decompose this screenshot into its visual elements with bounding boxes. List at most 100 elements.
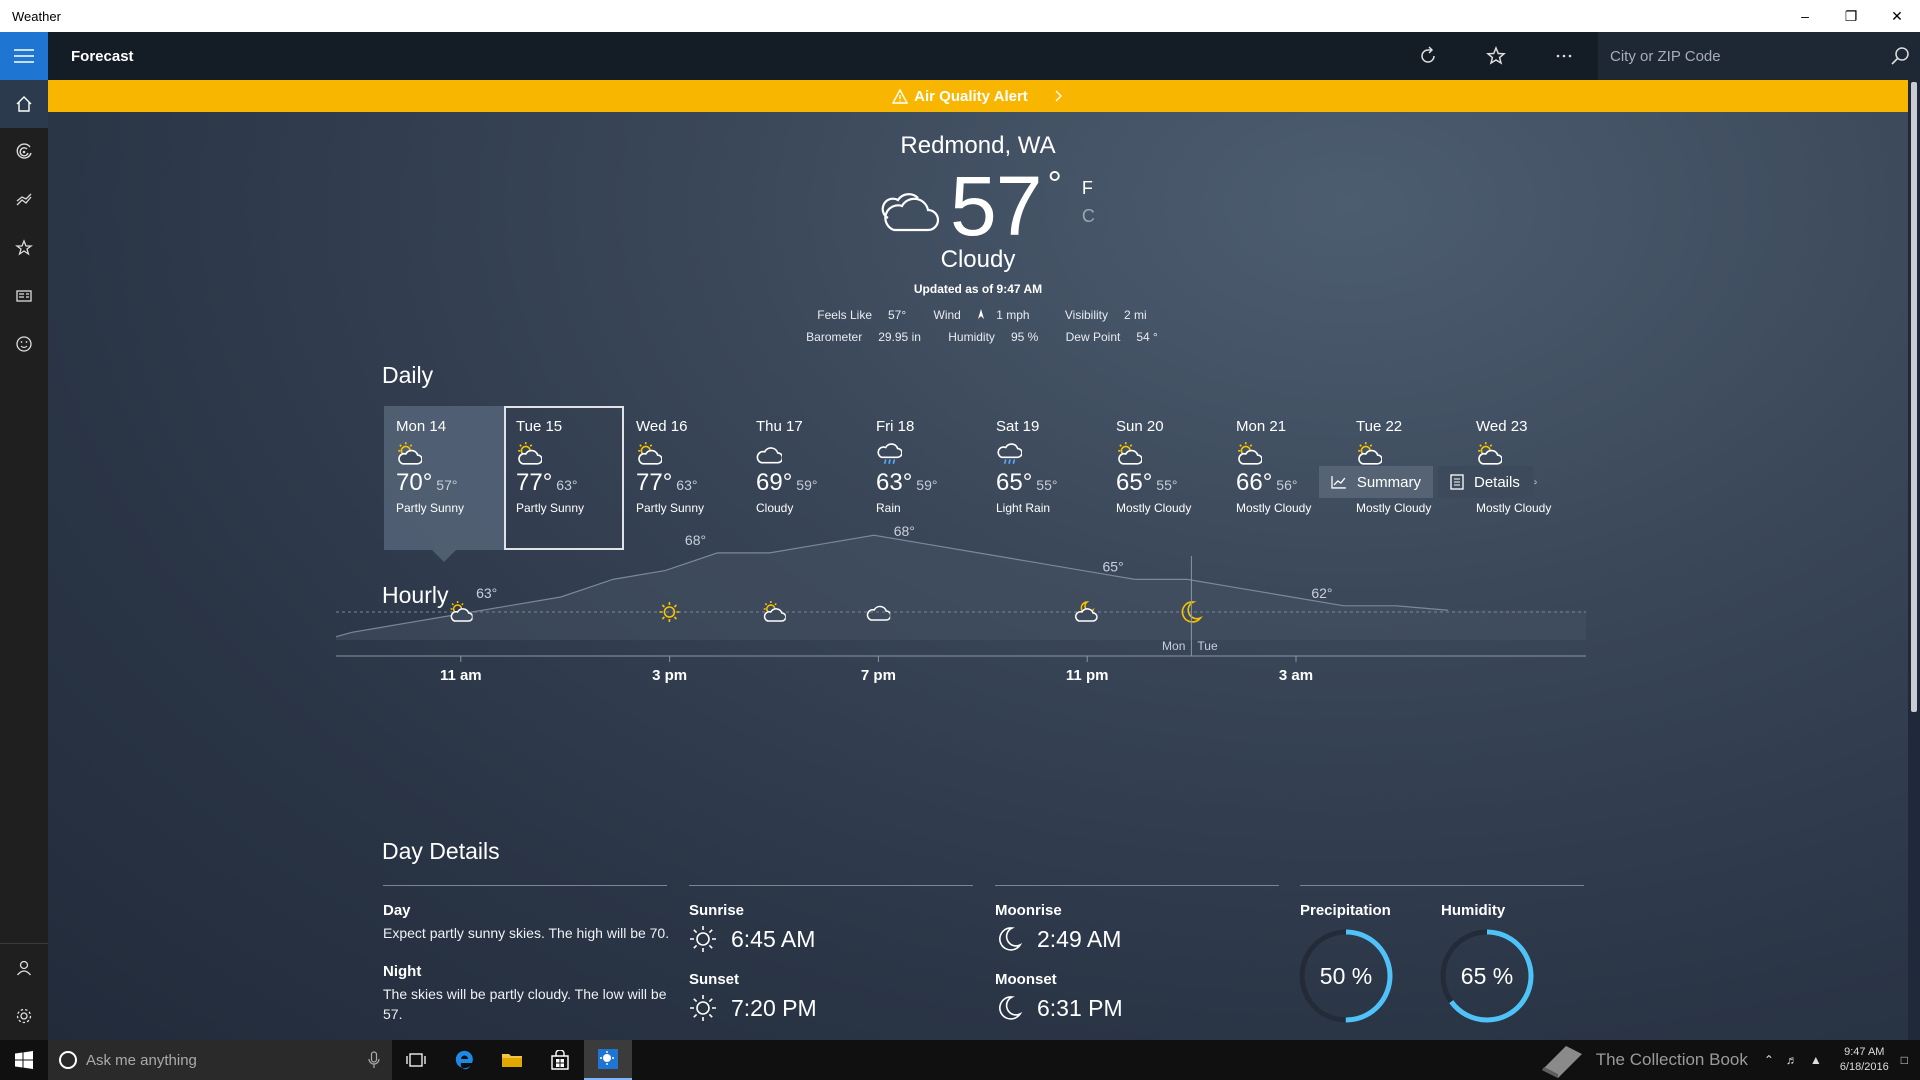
clock-time: 9:47 AM	[1844, 1046, 1885, 1058]
summary-toggle[interactable]: Summary	[1319, 466, 1433, 498]
location-name: Redmond, WA	[900, 132, 1056, 159]
folder-icon	[502, 1054, 522, 1067]
day-name: Tue 15	[516, 418, 563, 435]
day-low: 55°	[1036, 477, 1058, 493]
scrollbar[interactable]	[1908, 80, 1920, 1040]
file-explorer-button[interactable]	[488, 1040, 536, 1080]
search-icon[interactable]	[1890, 46, 1910, 66]
wind-direction-icon	[977, 309, 984, 319]
day-temps: 65° 55°	[1116, 469, 1212, 497]
nav-rail	[0, 32, 48, 1040]
nav-account[interactable]	[0, 944, 48, 992]
microphone-icon[interactable]	[368, 1051, 380, 1069]
line-chart-icon	[1331, 476, 1346, 489]
air-quality-alert[interactable]: Air Quality Alert	[48, 80, 1908, 112]
day-low: 57°	[436, 477, 458, 493]
watermark-text: The Collection Book	[1595, 1050, 1748, 1069]
current-condition: Cloudy	[940, 246, 1016, 273]
partly-sunny-icon	[638, 442, 663, 465]
nav-places[interactable]	[0, 224, 48, 272]
search-box[interactable]	[1598, 32, 1920, 80]
nav-news[interactable]	[0, 272, 48, 320]
day-high: 77°	[516, 469, 553, 496]
divider	[995, 885, 1279, 886]
moonset-time: 6:31 PM	[1037, 994, 1123, 1021]
cortana-icon	[59, 1051, 77, 1069]
day-low: 55°	[1156, 477, 1178, 493]
weather-taskbar-button[interactable]	[584, 1040, 632, 1080]
partly-sunny-icon	[1118, 442, 1143, 465]
hamburger-menu-button[interactable]	[0, 32, 48, 80]
precipitation-value: 50 %	[1320, 963, 1372, 989]
nav-maps[interactable]	[0, 128, 48, 176]
star-list-icon	[15, 239, 33, 256]
hourly-chart: 59°63°68°68°65°62°MonTue7 am11 am3 pm7 p…	[336, 523, 1586, 684]
refresh-button[interactable]	[1404, 32, 1452, 80]
day-high: 65°	[1116, 469, 1153, 496]
clock[interactable]: 9:47 AM 6/18/2016	[1840, 1045, 1889, 1075]
sun-column: Sunrise 6:45 AM Sunset 7:20 PM	[689, 885, 973, 1022]
favorite-button[interactable]	[1472, 32, 1520, 80]
day-details-title: Day Details	[382, 838, 500, 864]
more-button[interactable]	[1540, 32, 1588, 80]
search-input[interactable]	[1610, 47, 1880, 65]
nav-historical[interactable]	[0, 176, 48, 224]
alert-label: Air Quality Alert	[914, 87, 1028, 105]
moonset-row: 6:31 PM	[995, 994, 1279, 1022]
chart-icon	[16, 193, 32, 206]
unit-celsius[interactable]: C	[1082, 202, 1095, 230]
radar-icon	[16, 143, 32, 159]
hourly-temp-label: 63°	[476, 585, 497, 601]
stat-visibility: Visibility 2 mi	[1064, 308, 1147, 322]
minimize-button[interactable]: –	[1782, 0, 1828, 32]
sunrise-icon	[690, 926, 716, 952]
humidity-label: Humidity	[1441, 902, 1506, 919]
restore-button[interactable]: ❐	[1828, 0, 1874, 32]
partly-sunny-icon	[450, 601, 473, 622]
more-icon	[1556, 54, 1572, 58]
day-icon	[1476, 441, 1572, 465]
current-conditions: 57 ° F C	[878, 164, 1095, 248]
nav-settings[interactable]	[0, 992, 48, 1040]
day-icon	[996, 441, 1092, 465]
hourly-icon	[450, 601, 473, 622]
nav-feedback[interactable]	[0, 320, 48, 368]
chevron-up-icon[interactable]: ⌃	[1764, 1053, 1774, 1067]
scrollbar-thumb[interactable]	[1911, 82, 1917, 712]
details-toggle[interactable]: Details	[1438, 466, 1534, 498]
edge-taskbar-button[interactable]	[440, 1040, 488, 1080]
daily-title: Daily	[382, 362, 434, 388]
day-icon	[1356, 441, 1452, 465]
day-temps: 77° 63°	[516, 469, 612, 497]
task-view-button[interactable]	[392, 1040, 440, 1080]
sunset-row: 7:20 PM	[689, 994, 973, 1022]
day-temps: 65° 55°	[996, 469, 1092, 497]
store-button[interactable]	[536, 1040, 584, 1080]
volume-icon[interactable]: ♬	[1786, 1053, 1798, 1067]
network-icon[interactable]: ▲	[1810, 1053, 1822, 1067]
task-view-icon	[406, 1053, 426, 1067]
day-low: 59°	[916, 477, 938, 493]
day-temps: 69°59°	[756, 469, 852, 497]
day-icon	[396, 441, 492, 465]
day-name: Thu 17	[756, 418, 803, 435]
day-split-right: Tue	[1197, 639, 1218, 653]
day-high: 77°	[636, 469, 673, 496]
nav-forecast[interactable]	[0, 80, 48, 128]
day-name: Wed 16	[636, 418, 688, 435]
divider	[689, 885, 973, 886]
stat-feels-like: Feels Like 57°	[817, 308, 907, 322]
day-name: Mon 21	[1236, 418, 1287, 435]
notification-icon[interactable]: □	[1901, 1053, 1908, 1067]
day-label: Day	[383, 902, 411, 919]
close-button[interactable]: ✕	[1874, 0, 1920, 32]
day-low: 63°	[556, 477, 578, 493]
unit-fahrenheit[interactable]: F	[1082, 174, 1095, 202]
day-icon	[756, 441, 852, 465]
start-button[interactable]	[0, 1040, 48, 1080]
cortana-search[interactable]: Ask me anything	[48, 1040, 392, 1080]
app-header: Forecast	[48, 32, 1920, 80]
stat-dew-point: Dew Point 54 °	[1065, 330, 1158, 344]
current-temperature: 57	[950, 159, 1042, 253]
hour-label: 11 pm	[1066, 667, 1109, 684]
